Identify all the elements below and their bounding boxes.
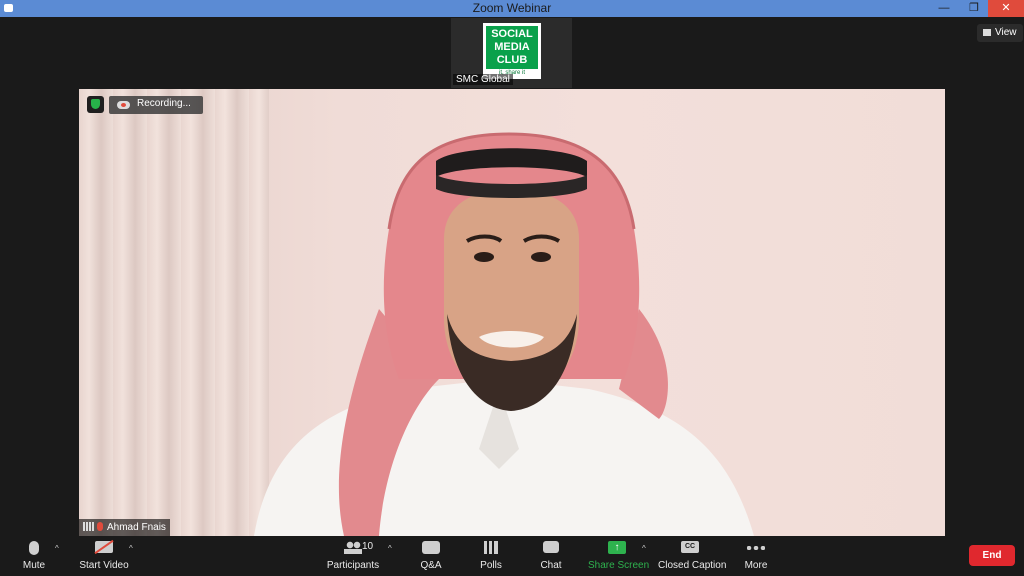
polls-icon — [484, 541, 498, 554]
social-media-club-logo: SOCIAL MEDIA CLUB it, share it — [483, 23, 541, 79]
share-screen-label: Share Screen — [588, 560, 650, 571]
closed-caption-button[interactable]: CC Closed Caption — [658, 536, 727, 576]
participants-label: Participants — [326, 560, 380, 571]
participants-icon — [344, 541, 362, 554]
start-video-label: Start Video — [79, 560, 129, 571]
audio-options-caret[interactable]: ^ — [55, 544, 59, 553]
speaker-name-tag: Ahmad Fnais — [79, 519, 170, 536]
chat-button[interactable]: Chat — [531, 536, 571, 576]
closed-caption-label: Closed Caption — [658, 560, 727, 571]
microphone-icon — [29, 541, 39, 555]
thumbnail-name: SMC Global — [453, 74, 513, 85]
window-title: Zoom Webinar — [472, 1, 552, 15]
qa-label: Q&A — [420, 560, 442, 571]
participants-button[interactable]: 10 Participants — [326, 536, 380, 576]
logo-text: SOCIAL MEDIA CLUB — [486, 26, 538, 69]
polls-button[interactable]: Polls — [471, 536, 511, 576]
recording-indicator[interactable]: Recording... — [109, 96, 203, 114]
share-screen-button[interactable]: ↑ Share Screen — [588, 536, 650, 576]
minimize-button[interactable]: — — [930, 0, 958, 17]
polls-label: Polls — [480, 560, 502, 571]
window-titlebar: Zoom Webinar — ❐ ✕ — [0, 0, 1024, 17]
more-button[interactable]: More — [736, 536, 776, 576]
share-options-caret[interactable]: ^ — [642, 544, 646, 553]
recording-label: Recording... — [137, 98, 191, 109]
security-shield-icon[interactable] — [87, 96, 104, 113]
participants-options-caret[interactable]: ^ — [388, 544, 392, 553]
video-options-caret[interactable]: ^ — [129, 544, 133, 553]
mute-label: Mute — [22, 560, 46, 571]
grid-view-icon — [983, 29, 991, 36]
logo-line-1: SOCIAL — [491, 28, 533, 40]
qa-button[interactable]: Q&A — [411, 536, 451, 576]
start-video-button[interactable]: Start Video — [76, 536, 132, 576]
end-meeting-button[interactable]: End — [969, 545, 1015, 566]
mute-button[interactable]: Mute — [14, 536, 54, 576]
mic-muted-icon — [97, 522, 103, 531]
chat-label: Chat — [540, 560, 562, 571]
meeting-toolbar: Mute ^ Start Video ^ 10 Participants ^ Q… — [0, 536, 1024, 576]
speaker-image — [254, 132, 754, 536]
logo-line-3: CLUB — [496, 54, 528, 66]
cloud-recording-icon — [117, 101, 130, 109]
view-button-label: View — [995, 27, 1017, 38]
logo-line-2: MEDIA — [494, 41, 530, 53]
closed-caption-icon: CC — [681, 541, 699, 553]
view-button[interactable]: View — [977, 24, 1023, 42]
participants-count: 10 — [362, 541, 374, 552]
maximize-button[interactable]: ❐ — [960, 0, 988, 17]
qa-icon — [422, 541, 440, 554]
meeting-stage: SOCIAL MEDIA CLUB it, share it SMC Globa… — [0, 17, 1024, 536]
speaker-name: Ahmad Fnais — [107, 522, 166, 533]
share-screen-icon: ↑ — [608, 541, 626, 554]
signal-strength-icon — [83, 522, 94, 531]
chat-icon — [543, 541, 559, 553]
close-button[interactable]: ✕ — [988, 0, 1024, 17]
more-label: More — [744, 560, 768, 571]
active-speaker-video: Recording... Ahmad Fnais — [79, 89, 945, 536]
more-icon — [747, 546, 765, 550]
participant-thumbnail[interactable]: SOCIAL MEDIA CLUB it, share it SMC Globa… — [451, 18, 572, 88]
